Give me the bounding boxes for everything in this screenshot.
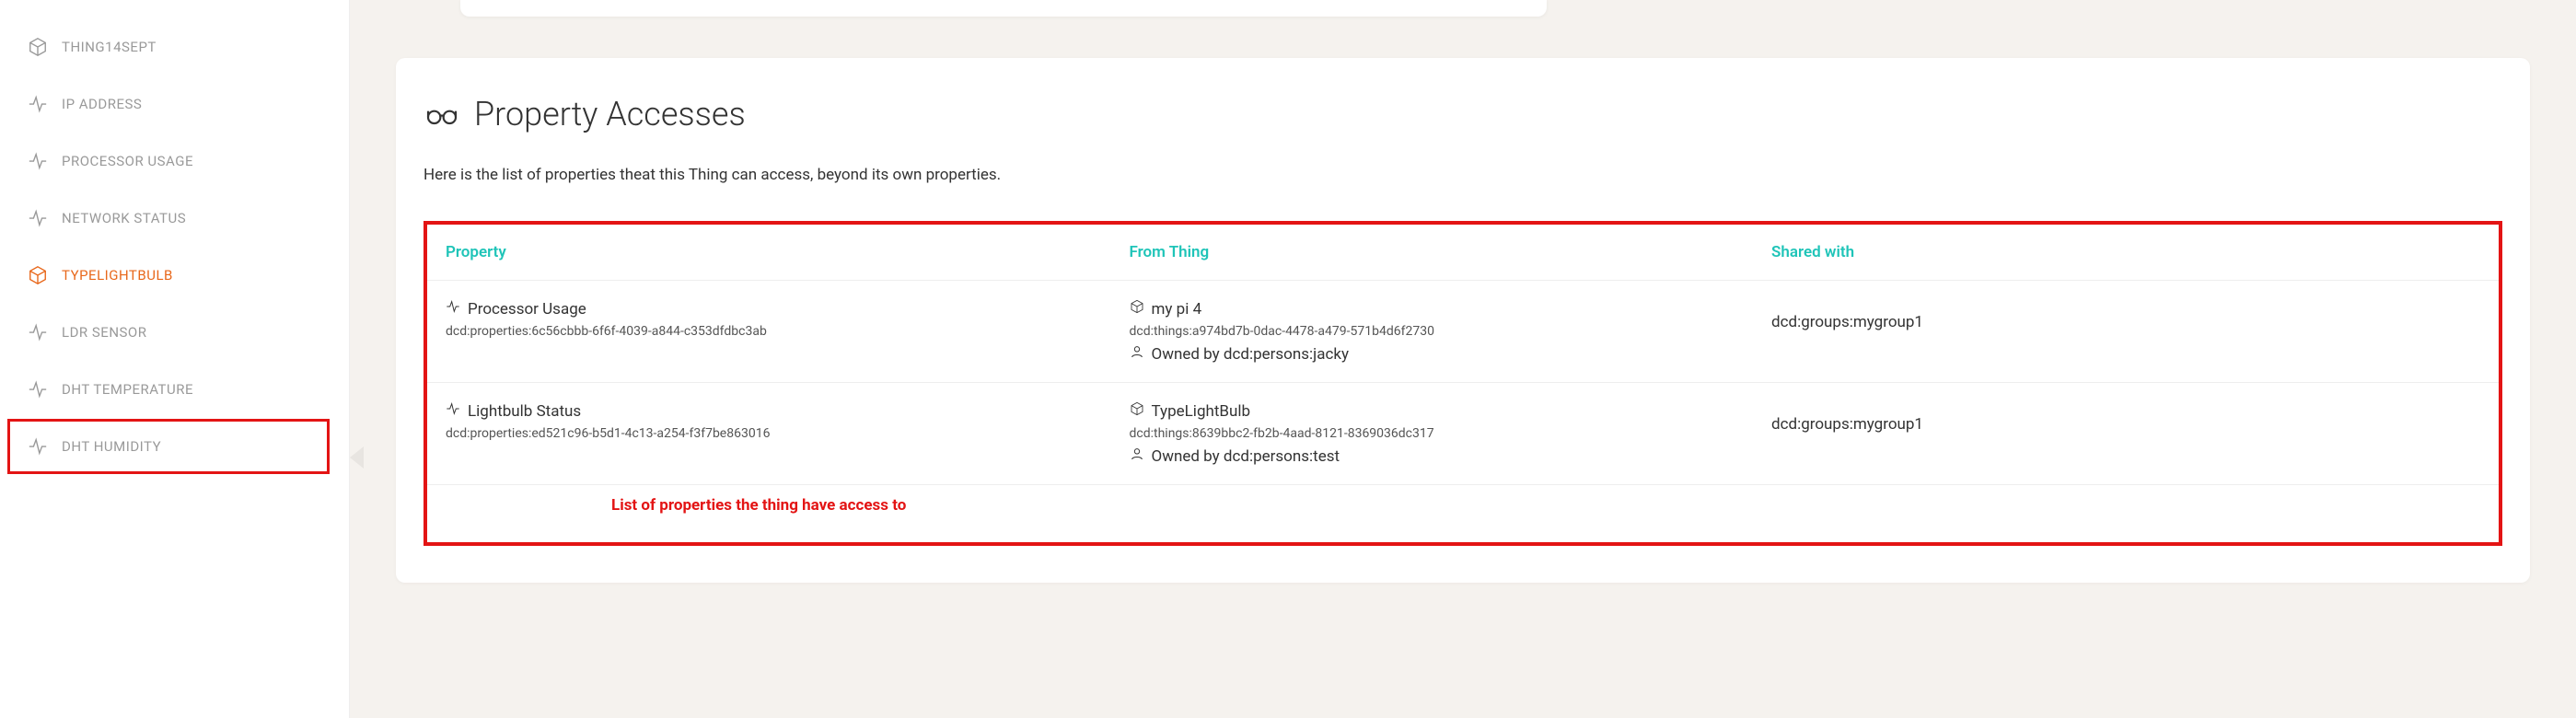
sidebar-item-label: LDR SENSOR xyxy=(62,324,147,341)
thing-name: TypeLightBulb xyxy=(1152,402,1251,421)
sidebar-item-label: DHT HUMIDITY xyxy=(62,438,161,455)
sidebar-item-network-status[interactable]: NETWORK STATUS xyxy=(0,190,349,247)
shared-with: dcd:groups:mygroup1 xyxy=(1771,415,1923,434)
sidebar-item-label: THING14SEPT xyxy=(62,39,157,55)
property-name: Lightbulb Status xyxy=(468,402,581,421)
thing-name: my pi 4 xyxy=(1152,300,1202,318)
activity-icon xyxy=(446,299,460,318)
property-cell: Processor Usage dcd:properties:6c56cbbb-… xyxy=(427,281,1111,383)
person-icon xyxy=(1130,446,1144,466)
sidebar-item-ip-address[interactable]: IP ADDRESS xyxy=(0,75,349,133)
header-shared-with: Shared with xyxy=(1753,225,2499,281)
annotation-table-highlight: Property From Thing Shared with xyxy=(424,221,2502,546)
shared-with-cell: dcd:groups:mygroup1 xyxy=(1753,383,2499,485)
cube-icon xyxy=(28,37,48,57)
cube-icon xyxy=(1130,401,1144,421)
thing-id: dcd:things:a974bd7b-0dac-4478-a479-571b4… xyxy=(1130,324,1735,339)
property-cell: Lightbulb Status dcd:properties:ed521c96… xyxy=(427,383,1111,485)
sidebar-item-label: DHT TEMPERATURE xyxy=(62,381,193,398)
cube-icon xyxy=(28,265,48,285)
annotation-label: List of properties the thing have access… xyxy=(427,496,2499,515)
sidebar-item-ldr-sensor[interactable]: LDR SENSOR xyxy=(0,304,349,361)
activity-icon xyxy=(28,436,48,457)
activity-icon xyxy=(28,322,48,342)
shared-with: dcd:groups:mygroup1 xyxy=(1771,313,1923,331)
shared-with-cell: dcd:groups:mygroup1 xyxy=(1753,281,2499,383)
sidebar-item-dht-temperature[interactable]: DHT TEMPERATURE xyxy=(0,361,349,418)
cube-icon xyxy=(1130,299,1144,318)
sidebar-item-thing14sept[interactable]: THING14SEPT xyxy=(0,18,349,75)
owned-by: Owned by dcd:persons:jacky xyxy=(1152,345,1350,364)
property-accesses-card: Property Accesses Here is the list of pr… xyxy=(396,58,2530,583)
activity-icon xyxy=(28,94,48,114)
table-row: Lightbulb Status dcd:properties:ed521c96… xyxy=(427,383,2499,485)
sidebar-item-dht-humidity[interactable]: DHT HUMIDITY xyxy=(0,418,349,475)
person-icon xyxy=(1130,344,1144,364)
activity-icon xyxy=(28,151,48,171)
sidebar-item-label: PROCESSOR USAGE xyxy=(62,153,193,169)
main-content: Property Accesses Here is the list of pr… xyxy=(350,0,2576,718)
property-name: Processor Usage xyxy=(468,300,586,318)
activity-icon xyxy=(28,379,48,400)
card-title: Property Accesses xyxy=(474,95,746,133)
property-accesses-table: Property From Thing Shared with xyxy=(427,225,2499,485)
sidebar-item-label: TYPELIGHTBULB xyxy=(62,267,173,284)
property-id: dcd:properties:6c56cbbb-6f6f-4039-a844-c… xyxy=(446,324,1093,339)
card-description: Here is the list of properties theat thi… xyxy=(424,166,2502,184)
sidebar-item-label: IP ADDRESS xyxy=(62,96,142,112)
header-from-thing: From Thing xyxy=(1111,225,1754,281)
from-thing-cell: TypeLightBulb dcd:things:8639bbc2-fb2b-4… xyxy=(1111,383,1754,485)
owned-by: Owned by dcd:persons:test xyxy=(1152,447,1340,466)
glasses-icon xyxy=(424,96,460,133)
table-row: Processor Usage dcd:properties:6c56cbbb-… xyxy=(427,281,2499,383)
from-thing-cell: my pi 4 dcd:things:a974bd7b-0dac-4478-a4… xyxy=(1111,281,1754,383)
sidebar-item-typelightbulb[interactable]: TYPELIGHTBULB xyxy=(0,247,349,304)
sidebar: THING14SEPT IP ADDRESS PROCESSOR USAGE N… xyxy=(0,0,350,718)
sidebar-item-processor-usage[interactable]: PROCESSOR USAGE xyxy=(0,133,349,190)
activity-icon xyxy=(28,208,48,228)
sidebar-item-label: NETWORK STATUS xyxy=(62,210,186,226)
previous-card-stub xyxy=(460,0,1547,17)
card-header: Property Accesses xyxy=(424,95,2502,133)
thing-id: dcd:things:8639bbc2-fb2b-4aad-8121-83690… xyxy=(1130,426,1735,441)
header-property: Property xyxy=(427,225,1111,281)
activity-icon xyxy=(446,401,460,421)
property-id: dcd:properties:ed521c96-b5d1-4c13-a254-f… xyxy=(446,426,1093,441)
